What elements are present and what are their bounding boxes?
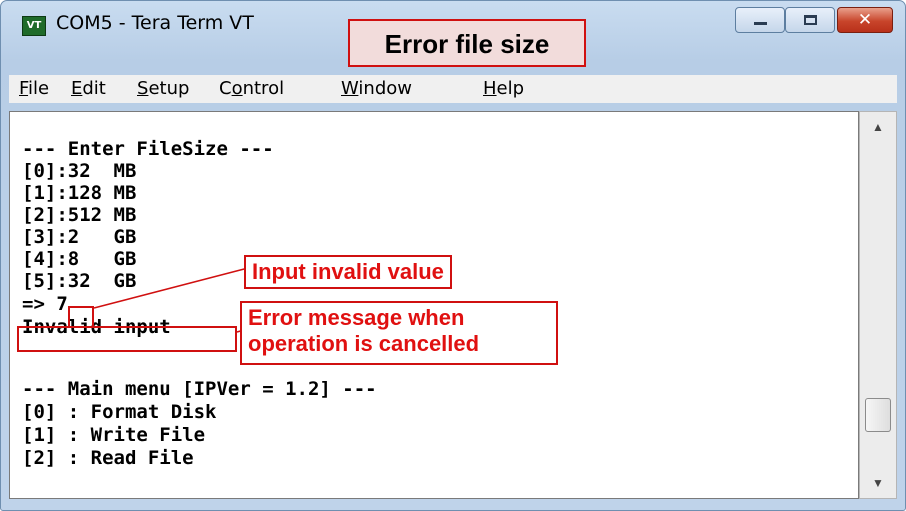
window-title: COM5 - Tera Term VT xyxy=(56,12,254,34)
maximize-button[interactable] xyxy=(785,7,835,33)
menu-help[interactable]: Help xyxy=(483,78,524,99)
menu-bar: File Edit Setup Control Window Help xyxy=(9,75,897,103)
terminal-line: [5]:32 GB xyxy=(22,270,137,292)
minimize-icon xyxy=(754,22,767,25)
input-invalid-value-label: Input invalid value xyxy=(244,255,452,289)
terminal-line: [0]:32 MB xyxy=(22,160,137,182)
close-button[interactable]: ✕ xyxy=(837,7,893,33)
scroll-down-icon[interactable]: ▼ xyxy=(860,472,896,494)
error-message-highlight xyxy=(17,326,237,352)
error-message-label-line1: Error message when xyxy=(248,305,465,330)
terminal-line: [1]:128 MB xyxy=(22,182,137,204)
terminal-line: --- Enter FileSize --- xyxy=(22,138,274,160)
vertical-scrollbar[interactable]: ▲ ▼ xyxy=(859,111,897,499)
error-message-label: Error message when operation is cancelle… xyxy=(240,301,558,365)
close-icon: ✕ xyxy=(857,10,873,30)
tera-term-app-icon[interactable]: VT xyxy=(22,16,46,36)
terminal-line: --- Main menu [IPVer = 1.2] --- xyxy=(22,378,377,400)
menu-edit[interactable]: Edit xyxy=(71,78,106,99)
menu-window[interactable]: Window xyxy=(341,78,412,99)
terminal-line: [0] : Format Disk xyxy=(22,401,217,423)
menu-control[interactable]: Control xyxy=(219,78,284,99)
error-message-label-line2: operation is cancelled xyxy=(248,331,480,356)
terminal-line: [2]:512 MB xyxy=(22,204,137,226)
scroll-up-icon[interactable]: ▲ xyxy=(860,116,896,138)
scroll-thumb[interactable] xyxy=(865,398,891,432)
maximize-icon xyxy=(804,15,817,25)
menu-file[interactable]: File xyxy=(19,78,49,99)
terminal-line: [2] : Read File xyxy=(22,447,194,469)
terminal-line: [1] : Write File xyxy=(22,424,206,446)
tera-term-window: VT COM5 - Tera Term VT ✕ File Edit Setup… xyxy=(0,0,906,511)
invalid-value-highlight xyxy=(68,306,94,328)
error-file-size-callout: Error file size xyxy=(348,19,586,67)
terminal-line: [4]:8 GB xyxy=(22,248,137,270)
terminal-line-prompt: => 7 xyxy=(22,293,68,315)
terminal-line: [3]:2 GB xyxy=(22,226,137,248)
minimize-button[interactable] xyxy=(735,7,785,33)
menu-setup[interactable]: Setup xyxy=(137,78,189,99)
